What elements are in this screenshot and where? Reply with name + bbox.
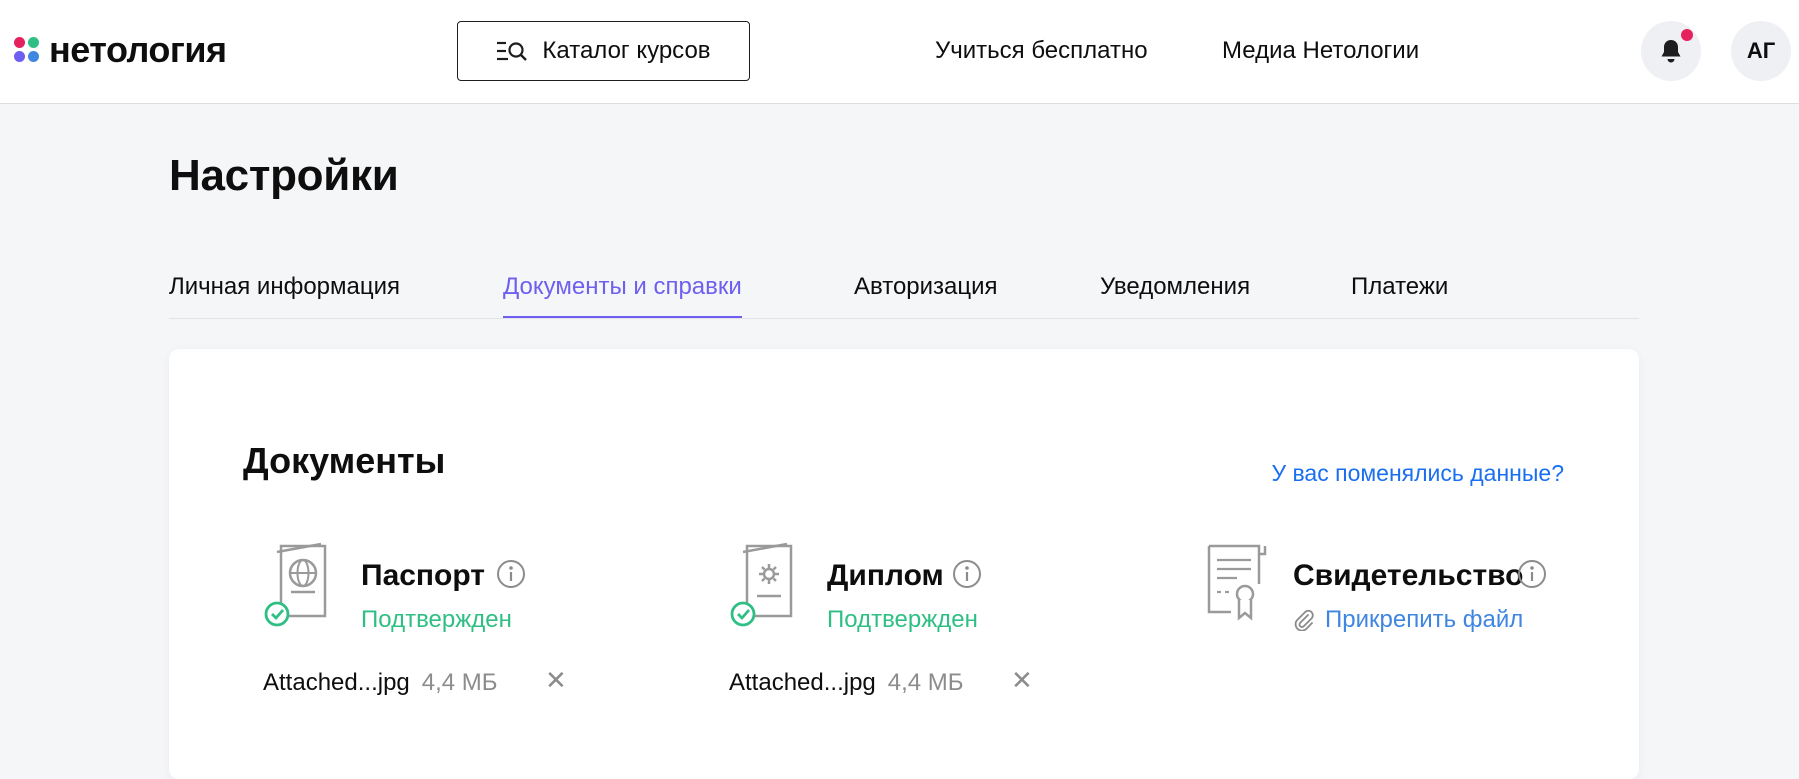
paperclip-icon — [1294, 609, 1314, 631]
passport-file-size: 4,4 МБ — [421, 669, 498, 696]
notification-badge — [1681, 29, 1693, 41]
certificate-document: Свидетельство Прикрепить файл — [1195, 542, 1615, 742]
diploma-status: Подтвержден — [827, 606, 978, 633]
diploma-name: Диплом — [827, 559, 944, 592]
catalog-search-icon — [497, 41, 528, 61]
data-changed-link[interactable]: У вас поменялись данные? — [1271, 459, 1564, 487]
diploma-document: Диплом Подтвержден Attached...jpg 4,4 МБ… — [729, 542, 1149, 742]
logo[interactable]: нетология — [14, 32, 227, 68]
documents-card: Документы У вас поменялись данные? Паспо… — [169, 349, 1639, 779]
passport-status: Подтвержден — [361, 606, 512, 633]
tab-authorization[interactable]: Авторизация — [854, 272, 998, 302]
passport-icon — [264, 542, 327, 627]
diploma-icon — [730, 542, 793, 627]
catalog-button[interactable]: Каталог курсов — [457, 21, 750, 81]
nav-learn-free[interactable]: Учиться бесплатно — [935, 36, 1148, 66]
top-header: нетология Каталог курсов Учиться бесплат… — [0, 0, 1799, 104]
passport-remove-file-icon[interactable]: ✕ — [545, 665, 567, 695]
certificate-info-icon[interactable] — [1517, 559, 1547, 589]
tab-documents[interactable]: Документы и справки — [503, 272, 742, 318]
logo-text: нетология — [49, 29, 227, 70]
catalog-label: Каталог курсов — [542, 37, 711, 64]
diploma-file-name[interactable]: Attached...jpg — [729, 668, 876, 698]
page-title: Настройки — [169, 151, 399, 200]
passport-document: Паспорт Подтвержден Attached...jpg 4,4 М… — [263, 542, 683, 742]
passport-info-icon[interactable] — [496, 559, 526, 589]
certificate-icon — [1207, 544, 1267, 621]
diploma-file-size: 4,4 МБ — [887, 669, 964, 696]
bell-icon — [1661, 40, 1681, 63]
tab-payments[interactable]: Платежи — [1351, 272, 1448, 302]
diploma-file: Attached...jpg 4,4 МБ ✕ — [729, 665, 1033, 698]
passport-file-name[interactable]: Attached...jpg — [263, 668, 410, 698]
tab-personal-info[interactable]: Личная информация — [169, 272, 400, 302]
diploma-remove-file-icon[interactable]: ✕ — [1011, 665, 1033, 695]
passport-name: Паспорт — [361, 559, 485, 592]
attach-file-link[interactable]: Прикрепить файл — [1293, 605, 1523, 635]
passport-file: Attached...jpg 4,4 МБ ✕ — [263, 665, 567, 698]
avatar-initials: АГ — [1746, 38, 1776, 63]
tab-notifications[interactable]: Уведомления — [1100, 272, 1250, 302]
notifications-button[interactable] — [1641, 21, 1701, 81]
settings-tabs: Личная информация Документы и справки Ав… — [169, 260, 1639, 319]
certificate-name: Свидетельство — [1293, 559, 1524, 592]
logo-mark-icon — [14, 37, 40, 63]
documents-title: Документы — [243, 440, 446, 481]
diploma-info-icon[interactable] — [952, 559, 982, 589]
attach-file-label: Прикрепить файл — [1325, 606, 1524, 633]
nav-media[interactable]: Медиа Нетологии — [1222, 36, 1419, 66]
avatar[interactable]: АГ — [1731, 21, 1791, 81]
